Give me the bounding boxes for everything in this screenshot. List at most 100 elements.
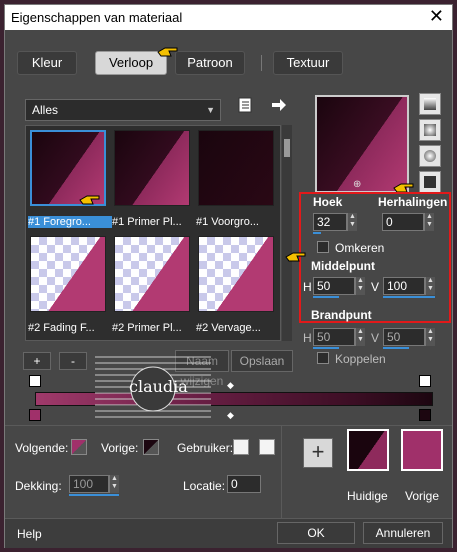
midpoint-marker-icon[interactable]: ◆ [227,410,234,421]
dekking-slider[interactable] [69,494,119,496]
gradient-thumb[interactable]: #1 Voorgro... [196,128,276,228]
tab-textuur[interactable]: Textuur [273,51,343,75]
gradient-caption: #2 Fading F... [28,322,95,334]
brandpunt-h-spinner[interactable]: ▲ ▼ [355,328,365,346]
hoek-spinner[interactable]: ▲ ▼ [347,213,357,231]
middelpunt-h-input[interactable]: 50 [313,277,355,295]
center-marker-icon[interactable]: ⊕ [353,179,361,190]
herhalingen-spinner[interactable]: ▲ ▼ [424,213,434,231]
close-icon[interactable]: ✕ [429,6,444,27]
vorige-label: Vorige: [101,441,139,455]
gradient-caption: #1 Voorgro... [196,216,259,228]
huidige-label: Huidige [347,489,388,503]
hoek-input[interactable]: 32 [313,213,347,231]
dekking-input[interactable]: 100 [69,475,109,493]
vorige-swatch-label: Vorige [405,489,440,503]
vorige-swatch[interactable] [401,429,443,471]
gradient-thumb[interactable]: #2 Vervage... [196,234,276,334]
middelpunt-v-input[interactable]: 100 [383,277,425,295]
list-view-icon[interactable] [237,97,253,113]
hoek-label: Hoek [313,195,343,209]
gradient-thumb[interactable]: #2 Primer Pl... [112,234,192,334]
brandpunt-h-input[interactable]: 50 [313,328,355,346]
title-bar: Eigenschappen van materiaal ✕ [5,5,452,30]
gebruiker-swatch-2[interactable] [259,439,275,455]
brandpunt-v-slider[interactable] [383,347,409,349]
dekking-label: Dekking: [15,479,62,493]
dekking-spinner[interactable]: ▲ ▼ [109,475,119,493]
watermark-text: claudia [129,377,188,396]
tab-patroon[interactable]: Patroon [175,51,245,75]
locatie-label: Locatie: [183,479,226,493]
middelpunt-h-spinner[interactable]: ▲ ▼ [355,277,365,295]
cancel-button[interactable]: Annuleren [363,522,443,544]
omkeren-label: Omkeren [335,241,385,255]
gradient-preview [198,236,274,312]
style-sunburst-button[interactable] [419,145,441,167]
claudia-watermark: claudia [95,353,211,421]
gradient-caption: #2 Vervage... [196,322,261,334]
middelpunt-v-label: V [371,280,380,294]
gradient-preview [114,130,190,206]
brandpunt-h-label: H [303,331,312,345]
category-value: Alles [32,103,59,117]
vorige-small-swatch[interactable] [143,439,159,455]
brandpunt-h-slider[interactable] [313,347,339,349]
locatie-input[interactable]: 0 [227,475,261,493]
style-linear-button[interactable] [419,93,441,115]
tab-kleur[interactable]: Kleur [17,51,77,75]
remove-gradient-button[interactable]: - [59,352,87,370]
category-dropdown[interactable]: Alles ▼ [25,99,221,121]
gradient-preview [30,236,106,312]
library-scrollbar[interactable] [282,125,292,341]
hoek-slider[interactable] [313,232,321,234]
window-title: Eigenschappen van materiaal [11,10,183,25]
style-rectangular-button[interactable] [419,119,441,141]
pointing-hand-icon [157,47,178,57]
gradient-thumb[interactable]: #1 Primer Pl... [112,128,192,228]
highlight-box [299,192,451,323]
save-button[interactable]: Opslaan [231,350,293,372]
gradient-caption: #1 Primer Pl... [112,216,182,228]
middelpunt-label: Middelpunt [311,259,375,273]
midpoint-marker-icon[interactable]: ◆ [227,380,234,391]
help-link[interactable]: Help [17,527,42,541]
middelpunt-v-spinner[interactable]: ▲ ▼ [425,277,435,295]
chevron-down-icon: ▼ [206,105,215,115]
huidige-swatch[interactable] [347,429,389,471]
herhalingen-label: Herhalingen [378,195,448,209]
color-stop-end[interactable] [419,409,431,421]
koppelen-checkbox[interactable] [317,352,329,364]
scrollbar-thumb[interactable] [284,139,290,157]
herhalingen-input[interactable]: 0 [382,213,424,231]
material-properties-dialog: Eigenschappen van materiaal ✕ Kleur Verl… [4,4,453,548]
bottom-divider [281,425,282,518]
color-stop-start[interactable] [29,409,41,421]
section-divider [5,425,452,426]
gradient-caption: #2 Primer Pl... [112,322,182,334]
volgende-swatch[interactable] [71,439,87,455]
ok-button[interactable]: OK [277,522,355,544]
gradient-preview [114,236,190,312]
add-gradient-button[interactable]: + [23,352,51,370]
brandpunt-v-spinner[interactable]: ▲ ▼ [425,328,435,346]
middelpunt-h-slider[interactable] [313,296,339,298]
gebruiker-swatch-1[interactable] [233,439,249,455]
gradient-thumb[interactable]: #2 Fading F... [28,234,108,334]
dialog-footer: Help OK Annuleren [5,518,452,548]
pointing-hand-icon [393,183,414,193]
opacity-stop-start[interactable] [29,375,41,387]
opacity-stop-end[interactable] [419,375,431,387]
brandpunt-v-input[interactable]: 50 [383,328,425,346]
arrow-right-icon[interactable] [271,98,287,112]
omkeren-checkbox[interactable] [317,241,329,253]
middelpunt-v-slider[interactable] [383,296,435,298]
gradient-library: #1 Foregro... #1 Primer Pl... #1 Voorgro… [25,125,281,341]
brandpunt-v-label: V [371,331,380,345]
pointing-hand-icon [285,252,306,262]
style-radial-button[interactable] [419,171,441,193]
pointing-hand-icon [79,195,100,205]
volgende-label: Volgende: [15,441,69,455]
add-swatch-button[interactable]: + [303,438,333,468]
koppelen-label: Koppelen [335,352,386,366]
